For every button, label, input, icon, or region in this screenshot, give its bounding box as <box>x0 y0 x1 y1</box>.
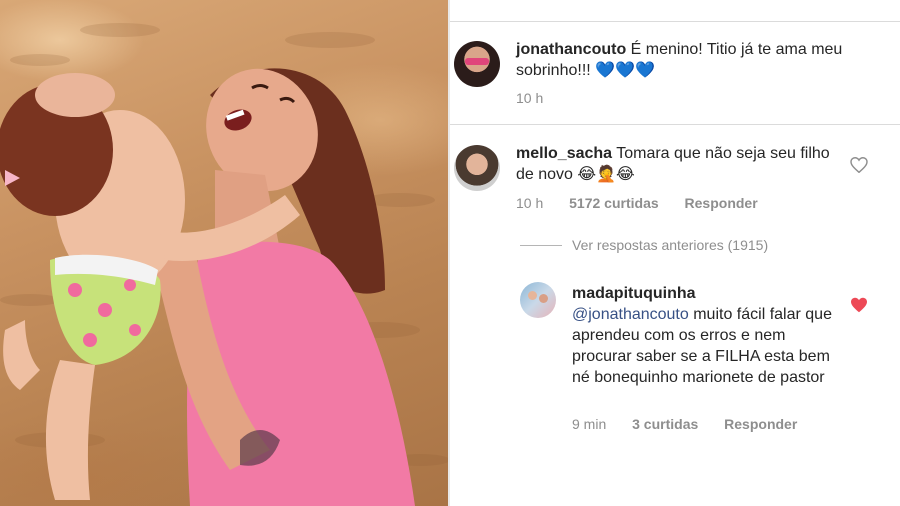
view-replies-line <box>520 245 562 246</box>
view-previous-replies[interactable]: Ver respostas anteriores (1915) <box>572 237 768 253</box>
sunglasses-icon <box>465 58 489 65</box>
comment-text: mello_sacha Tomara que não seja seu filh… <box>516 143 836 185</box>
reply-meta: 9 min 3 curtidas Responder <box>572 416 819 432</box>
comments-panel: jonathancouto É menino! Titio já te ama … <box>450 0 900 506</box>
avatar[interactable] <box>520 282 556 318</box>
reply-item: madapituquinha @jonathancouto muito fáci… <box>450 270 900 440</box>
reply-button[interactable]: Responder <box>685 195 758 211</box>
reply-mention[interactable]: @jonathancouto <box>572 306 689 323</box>
comment-text: jonathancouto É menino! Titio já te ama … <box>516 39 886 81</box>
reply-likes[interactable]: 3 curtidas <box>632 416 698 432</box>
reply-time: 9 min <box>572 416 607 432</box>
comment-time: 10 h <box>516 195 544 211</box>
reply-username[interactable]: madapituquinha <box>572 283 842 304</box>
avatar-faces <box>539 294 548 303</box>
comment-meta: 10 h <box>516 90 565 106</box>
avatar[interactable] <box>454 145 500 191</box>
comment-item: mello_sacha Tomara que não seja seu filh… <box>450 125 900 225</box>
photo-illustration <box>0 23 448 506</box>
comment-likes[interactable]: 5172 curtidas <box>569 195 659 211</box>
reply-button[interactable]: Responder <box>724 416 797 432</box>
comment-time: 10 h <box>516 90 544 106</box>
comment-username[interactable]: mello_sacha <box>516 145 612 162</box>
heart-outline-icon[interactable] <box>850 157 868 173</box>
post-photo <box>0 0 448 506</box>
heart-filled-icon[interactable] <box>850 297 868 313</box>
comment-item: jonathancouto É menino! Titio já te ama … <box>450 0 900 124</box>
avatar-faces <box>528 291 537 300</box>
comment-username[interactable]: jonathancouto <box>516 41 626 58</box>
avatar[interactable] <box>454 41 500 87</box>
reply-text: madapituquinha @jonathancouto muito fáci… <box>572 283 842 388</box>
comment-meta: 10 h 5172 curtidas Responder <box>516 195 780 211</box>
